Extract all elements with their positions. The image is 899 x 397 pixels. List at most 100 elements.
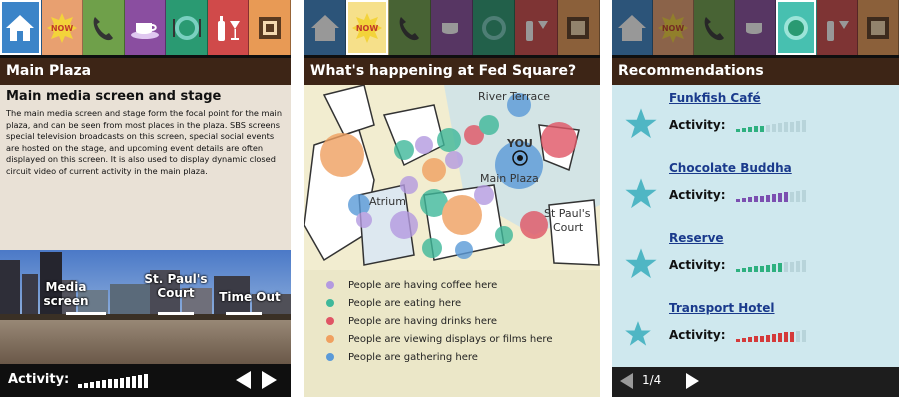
tab-drinks[interactable] (515, 0, 558, 55)
map-label-river-terrace: River Terrace (478, 90, 551, 103)
legend-label: People are having coffee here (348, 279, 498, 291)
tab-displays[interactable] (557, 0, 600, 55)
activity-meter (78, 374, 148, 388)
now-icon: NOW (658, 12, 688, 43)
tab-coffee[interactable] (735, 0, 776, 55)
drinks-icon (218, 15, 241, 41)
recommendation-name-link[interactable]: Chocolate Buddha (669, 161, 792, 175)
fed-square-map (304, 85, 600, 270)
previous-page-icon[interactable] (620, 373, 633, 389)
tab-home[interactable] (304, 0, 347, 55)
legend-color-dot (326, 335, 334, 343)
activity-meter-bar (754, 266, 758, 272)
recommendation-item[interactable]: Transport Hotel Activity: (612, 295, 899, 365)
tab-coffee[interactable] (430, 0, 474, 55)
activity-meter-bar (778, 123, 782, 132)
tab-dining[interactable] (473, 0, 516, 55)
activity-meter-bar (802, 260, 806, 272)
tab-home[interactable] (0, 0, 42, 55)
home-icon (6, 14, 35, 41)
activity-meter-bar (802, 120, 806, 132)
star-icon (625, 248, 657, 279)
activity-meter-bar (754, 126, 758, 132)
pager-bar: 1/4 (612, 367, 899, 397)
tab-dining[interactable] (166, 0, 208, 55)
recommendation-name-link[interactable]: Transport Hotel (669, 301, 775, 315)
activity-meter-bar (766, 194, 770, 202)
map-label-court: Court (553, 221, 584, 234)
activity-meter-bar (766, 264, 770, 272)
legend-label: People are having drinks here (348, 315, 498, 327)
legend-item: People are viewing displays or films her… (304, 330, 600, 348)
activity-meter-bar (766, 124, 770, 132)
star-icon (625, 321, 651, 346)
tab-drinks[interactable] (207, 0, 250, 55)
tab-coffee[interactable] (124, 0, 167, 55)
tab-dining[interactable] (776, 0, 817, 55)
recommendation-name-link[interactable]: Funkfish Café (669, 91, 761, 105)
activity-meter-bar (784, 122, 788, 132)
activity-meter-bar (120, 377, 124, 388)
recommendation-item[interactable]: Chocolate Buddha Activity: (612, 155, 899, 225)
activity-meter-bar (760, 265, 764, 272)
star-icon (625, 108, 657, 139)
tab-home[interactable] (612, 0, 653, 55)
map-legend: People are having coffee here People are … (304, 270, 600, 397)
tab-now[interactable]: NOW (653, 0, 694, 55)
now-icon: NOW (351, 12, 382, 43)
recommendation-item[interactable]: Reserve Activity: (612, 225, 899, 295)
next-page-icon[interactable] (686, 373, 699, 389)
tab-displays[interactable] (249, 0, 291, 55)
coffee-icon (131, 22, 160, 39)
tab-displays[interactable] (858, 0, 899, 55)
activity-meter-bar (784, 332, 788, 342)
legend-color-dot (326, 353, 334, 361)
description-text: The main media screen and stage form the… (6, 108, 283, 176)
home-icon (310, 14, 339, 41)
recommendations-screen: NOW Recommendations Funkfish Café Activit… (612, 0, 899, 397)
activity-meter-bar (796, 260, 800, 272)
tab-phone[interactable] (694, 0, 735, 55)
map-label-main-plaza: Main Plaza (480, 172, 539, 185)
activity-meter-bar (144, 374, 148, 388)
legend-item: People are having coffee here (304, 276, 600, 294)
tab-phone[interactable] (83, 0, 125, 55)
activity-meter-bar (802, 190, 806, 202)
dining-icon (481, 15, 506, 40)
tab-now[interactable]: NOW (41, 0, 84, 55)
activity-meter-bar (772, 194, 776, 202)
activity-meter-bar (138, 374, 142, 388)
legend-color-dot (326, 317, 334, 325)
activity-meter-bar (742, 198, 746, 202)
activity-meter-bar (754, 336, 758, 342)
svg-text:NOW: NOW (356, 24, 378, 33)
activity-bar: Activity: (0, 364, 291, 397)
activity-meter-bar (126, 376, 130, 388)
recommendation-name-link[interactable]: Reserve (669, 231, 724, 245)
recommendation-item[interactable]: Funkfish Café Activity: (612, 85, 899, 155)
next-arrow-icon[interactable] (262, 371, 277, 389)
activity-meter-bar (760, 125, 764, 132)
tab-phone[interactable] (388, 0, 431, 55)
legend-label: People are gathering here (348, 351, 478, 363)
activity-meter-bar (736, 338, 740, 342)
activity-meter-bar (748, 267, 752, 272)
activity-meter (736, 190, 806, 202)
plaza-photo: Media screen St. Paul's Court Time Out (0, 250, 291, 364)
activity-meter-bar (772, 124, 776, 132)
category-tabs: NOW (612, 0, 899, 55)
legend-color-dot (326, 299, 334, 307)
activity-meter-bar (748, 127, 752, 132)
activity-meter-bar (736, 198, 740, 202)
previous-arrow-icon[interactable] (236, 371, 251, 389)
page-indicator: 1/4 (642, 373, 662, 387)
photo-label-media-screen: Media screen (43, 280, 89, 308)
phone-icon (704, 16, 724, 40)
activity-meter-bar (748, 337, 752, 342)
activity-meter-bar (790, 191, 794, 202)
coffee-icon (442, 22, 459, 34)
tab-drinks[interactable] (817, 0, 858, 55)
activity-meter-bar (736, 268, 740, 272)
tab-now[interactable]: NOW (346, 0, 389, 55)
coffee-icon (746, 22, 762, 34)
